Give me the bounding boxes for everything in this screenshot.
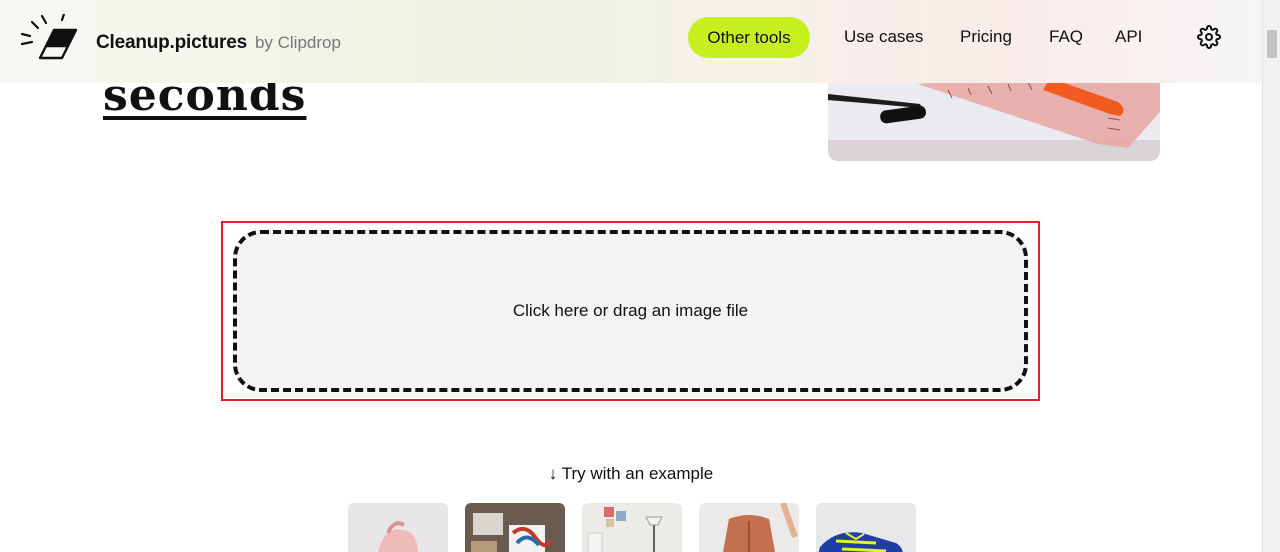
page-scrollbar[interactable] — [1262, 0, 1280, 552]
nav-use-cases[interactable]: Use cases — [844, 27, 923, 47]
example-thumbnail-bag[interactable] — [348, 503, 448, 552]
nav-pricing[interactable]: Pricing — [960, 27, 1012, 47]
example-thumbnail-jacket[interactable] — [699, 503, 799, 552]
dropzone-label: Click here or drag an image file — [512, 301, 749, 320]
try-example-heading: ↓ Try with an example — [548, 464, 714, 483]
example-gallery — [348, 503, 916, 552]
scrollbar-thumb[interactable] — [1267, 30, 1277, 58]
example-thumbnail-sneakers[interactable] — [816, 503, 916, 552]
top-navigation-bar: Cleanup.pictures by Clipdrop Other tools… — [0, 0, 1262, 83]
nav-faq[interactable]: FAQ — [1049, 27, 1083, 47]
main-nav: Other tools — [688, 17, 810, 58]
other-tools-button[interactable]: Other tools — [688, 17, 810, 58]
image-dropzone[interactable]: Click here or drag an image file — [233, 230, 1028, 392]
brand-by-clipdrop[interactable]: by Clipdrop — [255, 33, 341, 53]
eraser-logo-icon[interactable] — [20, 14, 78, 62]
gear-icon[interactable] — [1197, 25, 1221, 49]
brand-name[interactable]: Cleanup.pictures — [96, 32, 247, 54]
upload-highlight-frame: Click here or drag an image file — [221, 221, 1040, 401]
nav-api[interactable]: API — [1115, 27, 1142, 47]
example-thumbnail-room[interactable] — [582, 503, 682, 552]
example-thumbnail-desk[interactable] — [465, 503, 565, 552]
hero-example-image — [828, 70, 1160, 161]
desk-tools-illustration — [828, 70, 1160, 161]
brand[interactable]: Cleanup.pictures by Clipdrop — [96, 32, 341, 54]
